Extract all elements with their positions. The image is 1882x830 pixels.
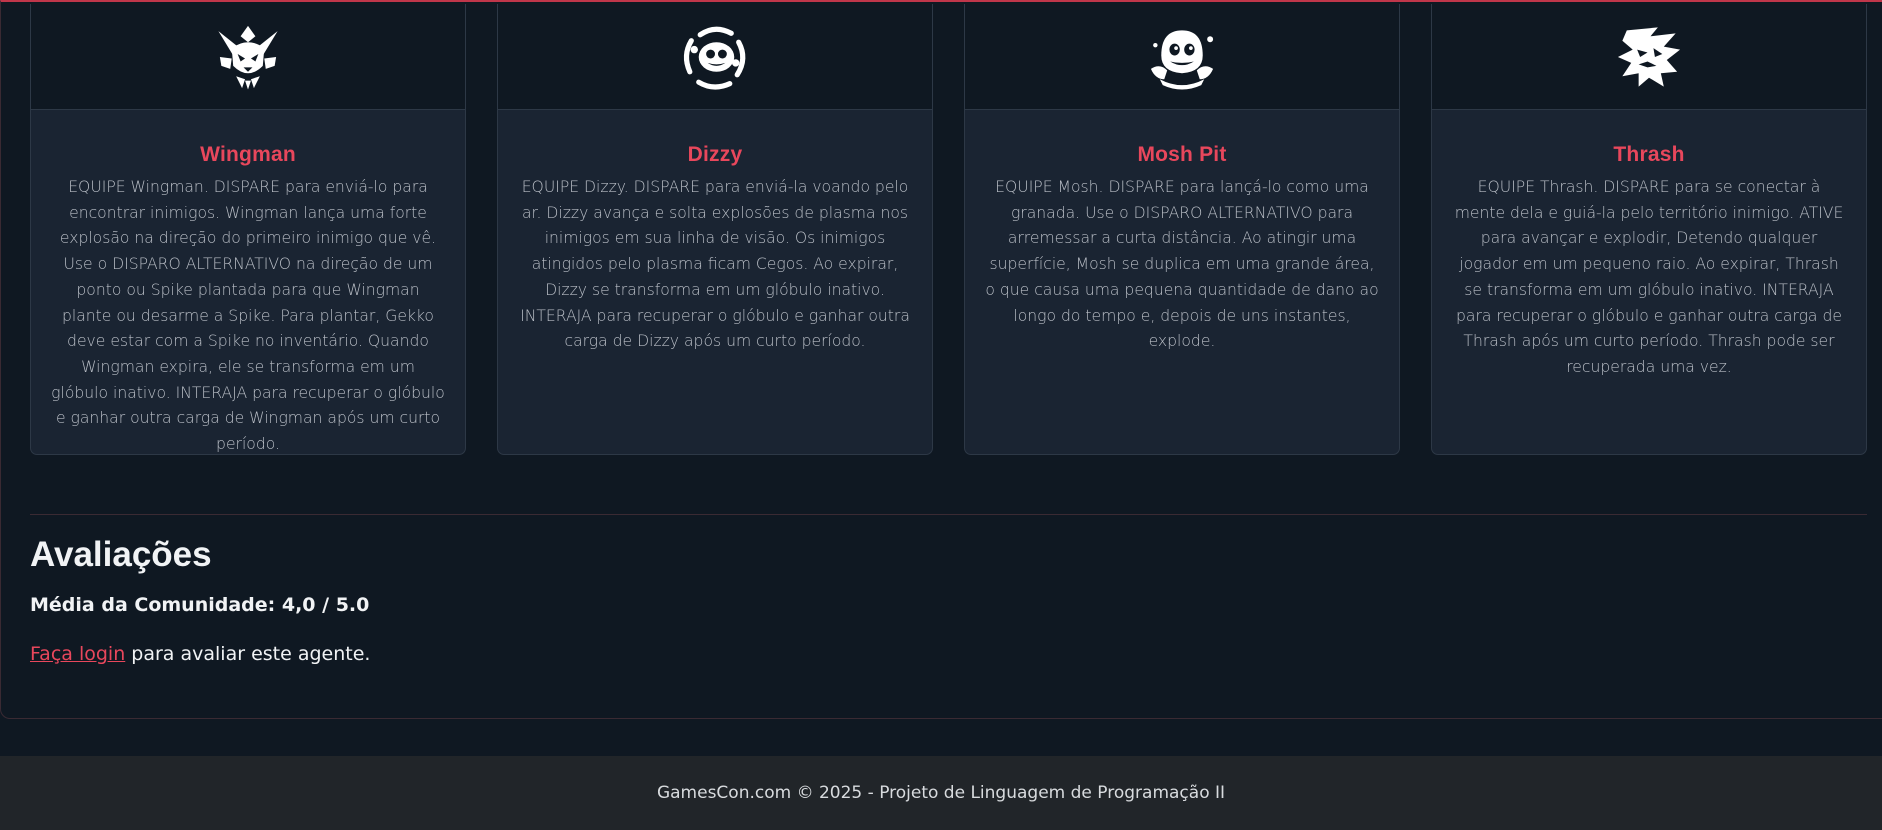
ability-name: Wingman [200, 143, 296, 166]
ability-card-wingman: Wingman EQUIPE Wingman. DISPARE para env… [30, 4, 466, 455]
ratings-title: Avaliações [30, 535, 212, 574]
dizzy-icon [683, 26, 746, 90]
abilities-grid: Wingman EQUIPE Wingman. DISPARE para env… [30, 4, 1867, 455]
ability-card-thrash: Thrash EQUIPE Thrash. DISPARE para se co… [1431, 4, 1867, 455]
ability-description: EQUIPE Dizzy. DISPARE para enviá-la voan… [520, 178, 910, 351]
ability-description: EQUIPE Thrash. DISPARE para se conectar … [1454, 178, 1844, 376]
ability-description: EQUIPE Mosh. DISPARE para lançá-lo como … [985, 178, 1379, 351]
agent-detail-panel: Wingman EQUIPE Wingman. DISPARE para env… [0, 0, 1882, 719]
ability-icon-area [965, 4, 1399, 110]
login-link[interactable]: Faça login [30, 643, 125, 665]
ability-icon-area [498, 4, 932, 110]
page-footer: GamesCon.com © 2025 - Projeto de Linguag… [0, 756, 1882, 830]
ability-card-dizzy: Dizzy EQUIPE Dizzy. DISPARE para enviá-l… [497, 4, 933, 455]
footer-text: GamesCon.com © 2025 - Projeto de Linguag… [656, 783, 1226, 803]
ability-name: Mosh Pit [1137, 143, 1227, 166]
ability-card-mosh-pit: Mosh Pit EQUIPE Mosh. DISPARE para lançá… [964, 4, 1400, 455]
login-prompt: Faça login para avaliar este agente. [30, 643, 370, 665]
ability-name: Dizzy [687, 143, 743, 166]
wingman-icon [218, 25, 278, 90]
ability-icon-area [1432, 4, 1866, 110]
login-prompt-text: para avaliar este agente. [125, 643, 371, 665]
ability-icon-area [31, 4, 465, 110]
community-average: Média da Comunidade: 4,0 / 5.0 [30, 594, 370, 616]
ability-name: Thrash [1613, 143, 1685, 166]
section-divider [30, 514, 1867, 515]
ability-description: EQUIPE Wingman. DISPARE para enviá-lo pa… [51, 178, 445, 454]
thrash-icon [1617, 26, 1681, 87]
mosh-pit-icon [1150, 29, 1214, 90]
